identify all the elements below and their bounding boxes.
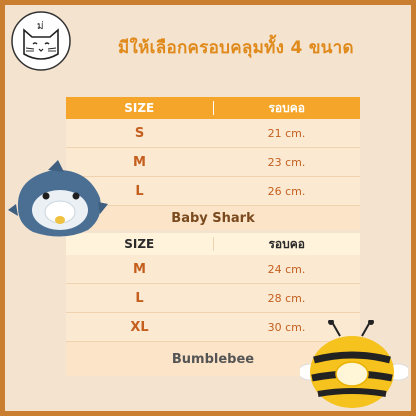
headline: มีให้เลือกครอบคลุมทั้ง 4 ขนาด [118,38,354,58]
table-header: SIZE รอบคอ [66,97,360,119]
size-cell: XL [130,319,149,335]
table-row: L 26 cm. [66,177,360,206]
neck-cell: 24 cm. [267,262,306,276]
table-row: M 24 cm. [66,255,360,284]
col-size-header: SIZE [66,101,214,115]
cat-logo-icon: ม่ [11,11,71,71]
neck-cell: 23 cm. [267,155,306,169]
bee-collar-image [300,320,408,408]
table-row: L 28 cm. [66,284,360,313]
col-neck-header: รอบคอ [268,236,305,251]
size-cell: L [135,290,144,306]
col-neck-header: รอบคอ [268,100,305,115]
size-table-baby-shark: SIZE รอบคอ S 21 cm. M 23 cm. L 26 cm. Ba… [66,97,360,230]
neck-cell: 28 cm. [267,291,306,305]
size-cell: M [133,261,146,277]
size-cell: S [134,125,145,141]
table-row: S 21 cm. [66,119,360,148]
table-header: SIZE รอบคอ [66,233,360,255]
shark-collar-image [8,160,108,237]
table-row: M 23 cm. [66,148,360,177]
neck-cell: 26 cm. [267,184,306,198]
neck-cell: 21 cm. [267,126,306,140]
logo-text: ม่ [37,21,44,32]
product-name: Baby Shark [66,206,360,230]
